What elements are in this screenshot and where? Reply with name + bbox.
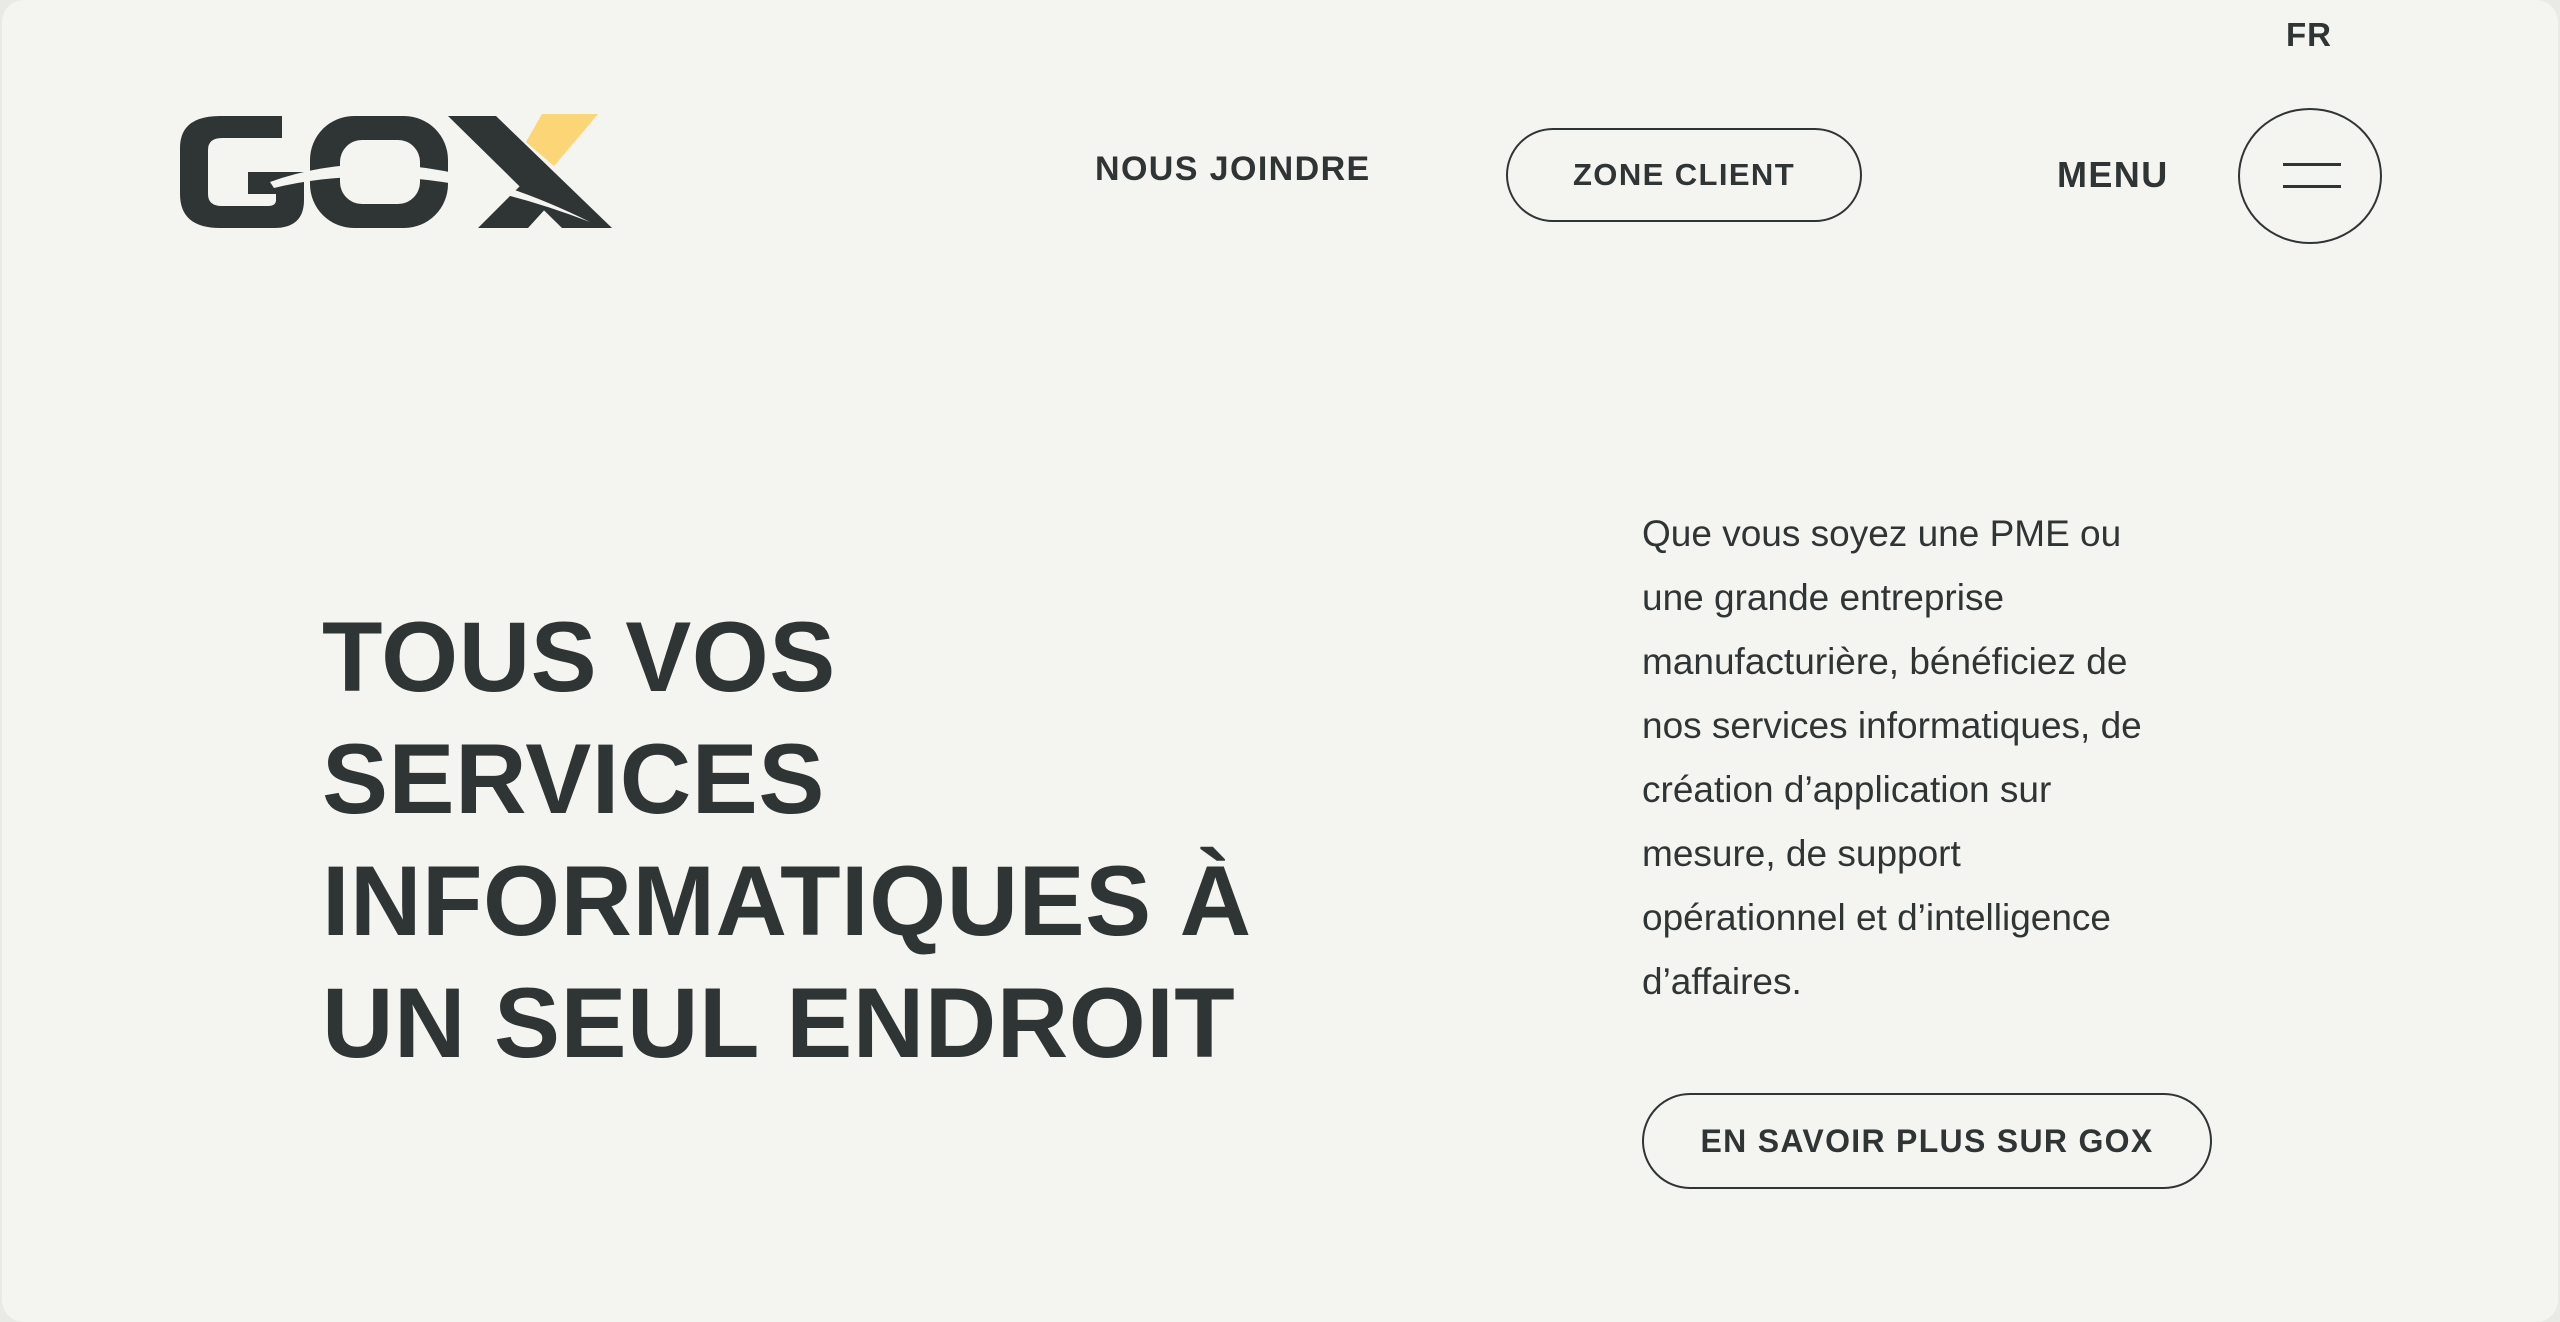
hero-title-line: INFORMATIQUES À	[322, 845, 1252, 956]
description-line: nos services informatiques, de	[1642, 705, 2142, 746]
description-line: une grande entreprise	[1642, 577, 2005, 618]
description-line: d’affaires.	[1642, 961, 1802, 1002]
description-line: mesure, de support	[1642, 833, 1961, 874]
gox-logo-mark	[180, 114, 612, 228]
description-line: création d’application sur	[1642, 769, 2052, 810]
contact-link[interactable]: NOUS JOINDRE	[1095, 150, 1371, 189]
hamburger-icon-line	[2283, 185, 2341, 188]
client-zone-button[interactable]: ZONE CLIENT	[1506, 128, 1862, 222]
hamburger-icon	[2283, 163, 2341, 166]
description-line: manufacturière, bénéficiez de	[1642, 641, 2128, 682]
menu-button[interactable]	[2238, 108, 2382, 244]
client-zone-label: ZONE CLIENT	[1572, 157, 1796, 192]
gox-logo[interactable]	[178, 110, 612, 234]
learn-more-label: EN SAVOIR PLUS SUR GOX	[1700, 1122, 2154, 1159]
description-line: opérationnel et d’intelligence	[1642, 897, 2112, 938]
menu-label[interactable]: MENU	[2057, 154, 2169, 196]
hero-title: TOUS VOS SERVICES INFORMATIQUES À UN SEU…	[322, 596, 1382, 1084]
hero-title-line: TOUS VOS	[322, 601, 836, 712]
page: FR NOUS JOINDRE ZONE CLIENT MENU TOUS VO…	[2, 0, 2558, 1322]
hero-title-line: SERVICES	[322, 723, 825, 834]
hero-description: Que vous soyez une PME ou une grande ent…	[1642, 502, 2262, 1014]
hero-title-line: UN SEUL ENDROIT	[322, 967, 1236, 1078]
description-line: Que vous soyez une PME ou	[1642, 513, 2122, 554]
learn-more-button[interactable]: EN SAVOIR PLUS SUR GOX	[1642, 1093, 2212, 1189]
language-switch[interactable]: FR	[2286, 16, 2332, 54]
